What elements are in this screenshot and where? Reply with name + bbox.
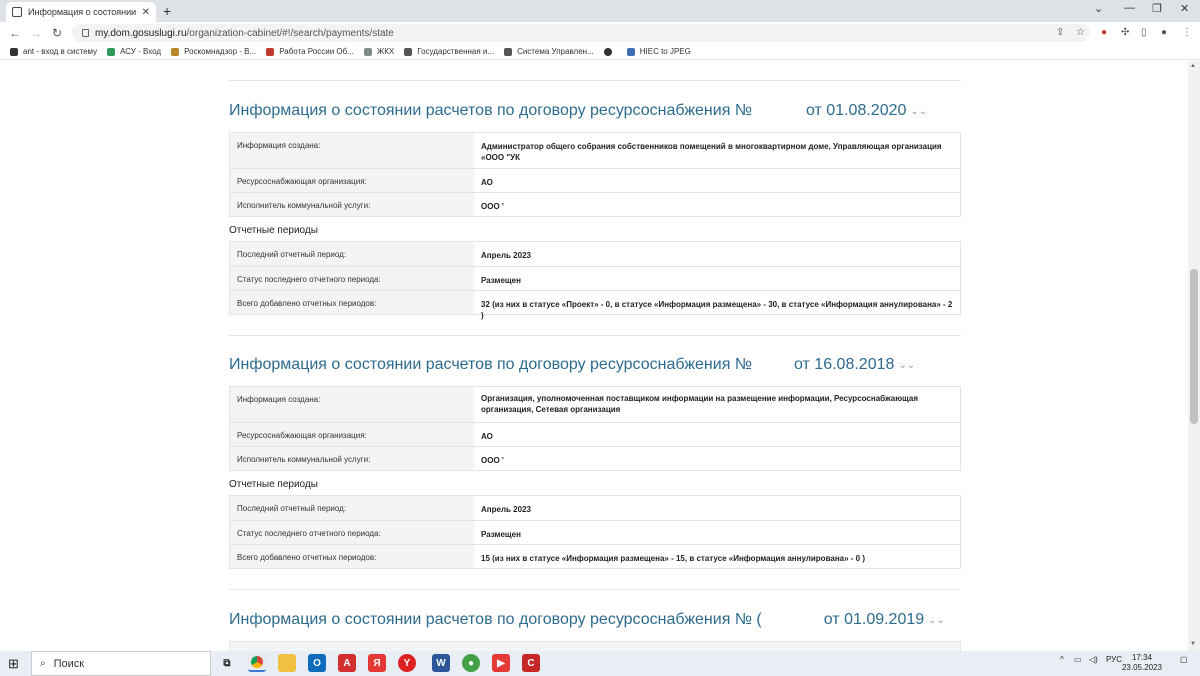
yandex-icon[interactable]: Я <box>368 654 386 672</box>
bookmark-star-icon[interactable]: ☆ <box>1076 27 1085 38</box>
section-title-2[interactable]: Информация о состоянии расчетов по догов… <box>229 356 915 374</box>
taskbar-search[interactable]: ⌕ Поиск <box>31 651 211 676</box>
bookmark-rabota-rossii[interactable]: Работа России Об... <box>266 47 354 56</box>
word-icon[interactable]: W <box>432 654 450 672</box>
bookmark-icon <box>10 47 18 56</box>
bookmark-icon <box>404 47 413 56</box>
volume-icon[interactable]: ◁) <box>1089 655 1098 664</box>
table-row: Исполнитель коммунальной услуги: ООО ' <box>230 446 960 470</box>
chevron-down-icon[interactable]: ⌄⌄ <box>910 106 927 117</box>
table-row: Исполнитель коммунальной услуги: ООО ' <box>230 192 960 216</box>
bookmark-zhkh[interactable]: ЖКХ <box>363 47 394 56</box>
tab-strip: Информация о состоянии расч ✕ + ⌄ — ❐ ✕ <box>0 0 1200 22</box>
notifications-icon[interactable]: ▢ <box>1180 655 1188 664</box>
back-icon[interactable]: ← <box>9 26 21 40</box>
bookmark-icon <box>626 47 635 56</box>
tray-chevron-icon[interactable]: ^ <box>1060 655 1064 664</box>
section-title-3[interactable]: Информация о состоянии расчетов по догов… <box>229 611 945 629</box>
close-tab-icon[interactable]: ✕ <box>142 7 150 18</box>
lock-icon <box>82 29 89 37</box>
table-row: Статус последнего отчетного периода: Раз… <box>230 520 960 544</box>
bookmark-icon <box>504 47 513 56</box>
divider <box>229 589 961 590</box>
bookmark-icon <box>266 47 275 56</box>
table-row: Последний отчетный период: Апрель 2023 <box>230 496 960 520</box>
bookmark-gosudarstvennaya[interactable]: Государственная и... <box>404 47 494 56</box>
extension-flag-icon[interactable]: ● <box>1101 27 1107 38</box>
site-favicon-icon <box>12 7 22 17</box>
bookmark-roskomnadzor[interactable]: Роскомнадзор - В... <box>171 47 256 56</box>
table-row: Ресурсоснабжающая организация: АО <box>230 422 960 446</box>
forward-icon[interactable]: → <box>30 26 42 40</box>
chevron-down-icon[interactable]: ⌄⌄ <box>928 615 945 626</box>
url-path: /organization-cabinet/#!/search/payments… <box>186 27 394 39</box>
periods-heading: Отчетные периоды <box>229 225 318 236</box>
task-view-icon[interactable]: ⧉ <box>218 654 236 672</box>
app-icon[interactable]: C <box>522 654 540 672</box>
globe-icon <box>603 47 612 56</box>
periods-heading: Отчетные периоды <box>229 479 318 490</box>
scroll-up-icon[interactable]: ▲ <box>1190 63 1196 69</box>
section-title-1[interactable]: Информация о состоянии расчетов по догов… <box>229 102 927 120</box>
info-table-1: Информация создана: Администратор общего… <box>229 132 961 217</box>
restore-icon[interactable]: ❐ <box>1152 2 1162 15</box>
screen-recorder-icon[interactable]: ▶ <box>492 654 510 672</box>
messenger-icon[interactable]: ● <box>462 654 480 672</box>
bookmark-asu[interactable]: АСУ - Вход <box>107 47 161 56</box>
table-row: Информация создана: Организация, уполном… <box>230 387 960 422</box>
browser-tab[interactable]: Информация о состоянии расч ✕ <box>6 2 156 22</box>
extensions-puzzle-icon[interactable]: ✣ <box>1121 27 1129 38</box>
windows-start-icon[interactable]: ⊞ <box>8 656 28 672</box>
bookmark-sistema-upravleniya[interactable]: Система Управлен... <box>504 47 594 56</box>
chrome-icon[interactable] <box>248 654 266 672</box>
page-scrollbar[interactable]: ▲ ▼ <box>1188 61 1200 651</box>
table-row: Ресурсоснабжающая организация: АО <box>230 168 960 192</box>
menu-kebab-icon[interactable]: ⋮ <box>1182 27 1192 38</box>
periods-table-1: Последний отчетный период: Апрель 2023 С… <box>229 241 961 320</box>
profile-avatar-icon[interactable]: ● <box>1161 27 1167 38</box>
building-icon <box>363 47 372 56</box>
close-window-icon[interactable]: ✕ <box>1180 2 1189 15</box>
network-icon[interactable]: ▭ <box>1074 655 1082 664</box>
windows-taskbar: ⊞ ⌕ Поиск ⧉ O A Я Y W ● ▶ C ^ ▭ ◁) РУС 1… <box>0 651 1200 676</box>
scrollbar-thumb[interactable] <box>1190 269 1198 424</box>
file-explorer-icon[interactable] <box>278 654 296 672</box>
bookmark-ant[interactable]: ant - вход в систему <box>10 47 97 56</box>
yandex-browser-icon[interactable]: Y <box>398 654 416 672</box>
reload-icon[interactable]: ↻ <box>51 26 63 40</box>
table-row: Всего добавлено отчетных периодов: 32 (и… <box>230 290 960 320</box>
system-clock[interactable]: 17:34 23.05.2023 <box>1117 653 1167 673</box>
address-bar[interactable]: my.dom.gosuslugi.ru /organization-cabine… <box>72 24 1090 42</box>
side-panel-icon[interactable]: ▯ <box>1141 27 1147 38</box>
info-table-3 <box>229 641 961 651</box>
bookmark-hiec-to-jpeg[interactable]: HIEC to JPEG <box>626 47 691 56</box>
page-content: Информация о состоянии расчетов по догов… <box>0 61 1188 651</box>
browser-toolbar: ← → ↻ my.dom.gosuslugi.ru /organization-… <box>0 22 1200 44</box>
search-icon: ⌕ <box>40 658 46 669</box>
url-host: my.dom.gosuslugi.ru <box>95 27 187 39</box>
divider <box>229 335 961 336</box>
chevron-down-icon[interactable]: ⌄⌄ <box>898 360 915 371</box>
minimize-icon[interactable]: — <box>1124 2 1135 14</box>
share-icon[interactable]: ⇪ <box>1056 27 1064 38</box>
tab-title: Информация о состоянии расч <box>28 7 138 17</box>
table-row: Последний отчетный период: Апрель 2023 <box>230 242 960 266</box>
outlook-icon[interactable]: O <box>308 654 326 672</box>
tab-search-icon[interactable]: ⌄ <box>1094 2 1103 15</box>
bookmarks-bar: ant - вход в систему АСУ - Вход Роскомна… <box>0 44 1200 60</box>
table-row: Статус последнего отчетного периода: Раз… <box>230 266 960 290</box>
periods-table-2: Последний отчетный период: Апрель 2023 С… <box>229 495 961 569</box>
table-row: Информация создана: Администратор общего… <box>230 133 960 168</box>
bookmark-globe[interactable] <box>603 47 617 56</box>
acrobat-icon[interactable]: A <box>338 654 356 672</box>
emblem-icon <box>171 47 180 56</box>
table-row: Всего добавлено отчетных периодов: 15 (и… <box>230 544 960 568</box>
new-tab-icon[interactable]: + <box>163 3 171 19</box>
divider <box>229 80 961 81</box>
info-table-2: Информация создана: Организация, уполном… <box>229 386 961 471</box>
bookmark-icon <box>107 47 116 56</box>
scroll-down-icon[interactable]: ▼ <box>1190 641 1196 647</box>
